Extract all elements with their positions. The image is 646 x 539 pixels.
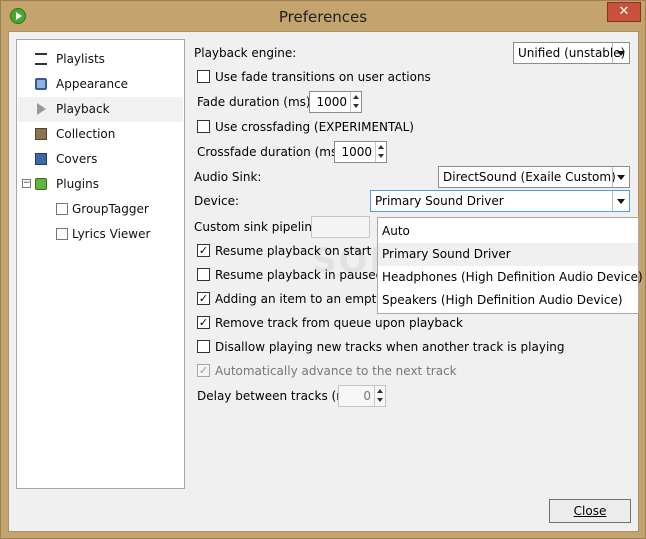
sidebar-item-plugins[interactable]: − Plugins [18,172,183,197]
sidebar-item-label: Playback [56,102,110,116]
sidebar-item-lyrics-viewer[interactable]: Lyrics Viewer [18,222,183,247]
device-option-auto[interactable]: Auto [378,220,638,243]
plugin-icon [56,228,68,240]
sidebar-item-label: Playlists [56,52,105,66]
chevron-down-icon [612,43,629,63]
fade-duration-spinner[interactable]: 1000 [309,91,362,113]
disallow-playing-label: Disallow playing new tracks when another… [215,340,565,354]
auto-advance-checkbox [197,364,210,377]
spin-up-icon [374,386,385,396]
playlist-icon [35,53,47,65]
collection-icon [35,128,47,140]
sidebar-item-appearance[interactable]: Appearance [18,72,183,97]
disallow-playing-checkbox[interactable] [197,340,210,353]
device-label: Device: [194,194,240,208]
adding-item-label: Adding an item to an empty q [215,292,395,306]
spin-down-icon [374,396,385,406]
device-option-headphones[interactable]: Headphones (High Definition Audio Device… [378,266,643,289]
sidebar-item-playlists[interactable]: Playlists [18,47,183,72]
sidebar-item-label: GroupTagger [72,202,149,216]
playback-engine-select[interactable]: Unified (unstable) [513,42,630,64]
delay-between-tracks-label: Delay between tracks (ms) [197,389,359,403]
resume-paused-label: Resume playback in paused s [215,268,394,282]
custom-sink-input[interactable] [311,216,370,238]
dialog-client-area: Playlists Appearance Playback Collection… [8,31,643,532]
crossfading-label: Use crossfading (EXPERIMENTAL) [215,120,414,134]
playback-engine-label: Playback engine: [194,46,297,60]
plugin-icon [56,203,68,215]
playback-settings-panel: SOFT Playback engine: Unified (unstable)… [192,39,643,489]
custom-sink-label: Custom sink pipeline: [194,220,324,234]
spin-up-icon[interactable] [375,142,386,152]
audio-sink-select[interactable]: DirectSound (Exaile Custom) [438,166,630,188]
sidebar-item-label: Plugins [56,177,99,191]
sidebar-item-label: Appearance [56,77,129,91]
audio-sink-label: Audio Sink: [194,170,262,184]
covers-icon [35,153,47,165]
device-select[interactable]: Primary Sound Driver [370,190,630,212]
sidebar-item-label: Lyrics Viewer [72,227,151,241]
resume-playback-label: Resume playback on start [215,244,372,258]
fade-transitions-label: Use fade transitions on user actions [215,70,431,84]
window-close-button[interactable]: ✕ [607,2,641,22]
resume-playback-checkbox[interactable] [197,244,210,257]
chevron-down-icon [612,191,629,211]
collapse-icon[interactable]: − [22,179,31,188]
auto-advance-label: Automatically advance to the next track [215,364,457,378]
sidebar-item-collection[interactable]: Collection [18,122,183,147]
crossfading-checkbox[interactable] [197,120,210,133]
remove-track-checkbox[interactable] [197,316,210,329]
window-title: Preferences [278,8,368,26]
resume-paused-checkbox[interactable] [197,268,210,281]
preferences-sidebar: Playlists Appearance Playback Collection… [16,39,185,489]
crossfade-duration-spinner[interactable]: 1000 [334,141,387,163]
device-option-speakers[interactable]: Speakers (High Definition Audio Device) [378,289,638,312]
fade-duration-label: Fade duration (ms): [197,95,315,109]
fade-transitions-checkbox[interactable] [197,70,210,83]
sidebar-item-grouptagger[interactable]: GroupTagger [18,197,183,222]
delay-spinner: 0 [338,385,386,407]
device-dropdown-list: Auto Primary Sound Driver Headphones (Hi… [377,217,643,314]
crossfade-duration-label: Crossfade duration (ms): [197,145,346,159]
spin-down-icon[interactable] [375,152,386,162]
sidebar-item-label: Covers [56,152,98,166]
preferences-window: Preferences ✕ Playlists Appearance Playb… [0,0,646,539]
adding-item-checkbox[interactable] [197,292,210,305]
playback-icon [37,103,46,115]
sidebar-item-playback[interactable]: Playback [18,97,183,122]
plugins-icon [35,178,47,190]
device-option-primary-sound-driver[interactable]: Primary Sound Driver [378,243,638,266]
spin-down-icon[interactable] [350,102,361,112]
chevron-down-icon [612,167,629,187]
close-button[interactable]: Close [549,499,631,523]
sidebar-item-label: Collection [56,127,116,141]
remove-track-label: Remove track from queue upon playback [215,316,463,330]
title-bar[interactable]: Preferences ✕ [1,1,645,31]
spin-up-icon[interactable] [350,92,361,102]
appearance-icon [35,78,47,90]
sidebar-item-covers[interactable]: Covers [18,147,183,172]
